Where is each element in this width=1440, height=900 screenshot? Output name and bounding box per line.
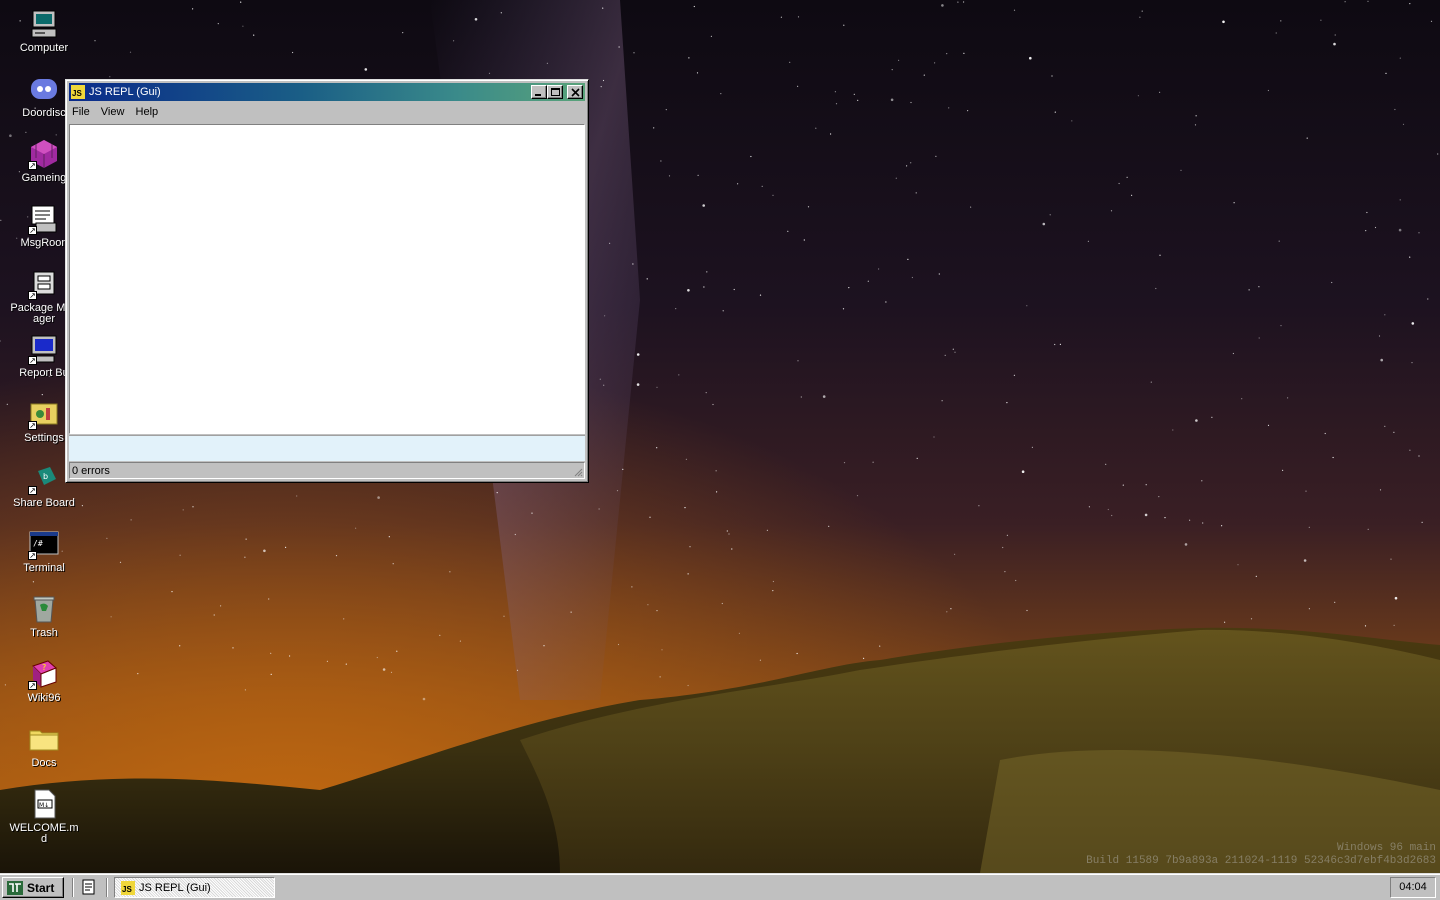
menu-help[interactable]: Help <box>133 103 164 118</box>
desktop-icon-welcome-md[interactable]: M↓ WELCOME.md <box>4 782 84 845</box>
minimize-button[interactable] <box>531 85 547 99</box>
shortcut-arrow-icon: ↗ <box>28 421 37 430</box>
code-editor[interactable] <box>69 124 585 434</box>
task-button-js-repl[interactable]: JS JS REPL (Gui) <box>114 877 275 898</box>
menu-view[interactable]: View <box>98 103 130 118</box>
desktop-icon-label: Terminal <box>23 562 65 574</box>
menu-file[interactable]: File <box>69 103 95 118</box>
window-title-bar[interactable]: JS JS REPL (Gui) <box>69 83 585 101</box>
taskbar-separator <box>72 878 74 897</box>
console-input[interactable] <box>69 435 585 461</box>
share-board-icon: b ↗ <box>28 463 60 495</box>
quick-launch-notes[interactable] <box>80 878 98 896</box>
desktop-icon-label: Docs <box>31 757 57 769</box>
desktop-icon-wiki96[interactable]: ? ↗ Wiki96 <box>4 652 84 714</box>
trash-icon <box>28 593 60 625</box>
terminal-icon: /# ↗ <box>28 528 60 560</box>
shortcut-arrow-icon: ↗ <box>28 486 37 495</box>
message-room-icon: ↗ <box>28 203 60 235</box>
svg-text:?: ? <box>42 663 46 672</box>
desktop-icon-label: Share Board <box>13 497 75 509</box>
markdown-file-icon: M↓ <box>28 788 60 820</box>
start-button[interactable]: Start <box>2 877 64 898</box>
svg-text:M↓: M↓ <box>39 802 49 809</box>
discord-icon <box>28 73 60 105</box>
task-label: JS REPL (Gui) <box>139 882 211 894</box>
notepad-icon <box>82 879 95 895</box>
package-manager-icon: ↗ <box>28 268 60 300</box>
desktop-icon-trash[interactable]: Trash <box>4 587 84 649</box>
wiki-book-icon: ? ↗ <box>28 658 60 690</box>
desktop-icon-label: Trash <box>30 627 58 639</box>
build-line-os: Windows 96 main <box>1336 842 1436 854</box>
close-button[interactable] <box>567 85 583 99</box>
game-cube-icon: ↗ <box>28 138 60 170</box>
window-title: JS REPL (Gui) <box>89 86 161 98</box>
build-watermark: Windows 96 main Build 11589 7b9a893a 211… <box>1086 842 1436 868</box>
desktop-icon-label: Wiki96 <box>27 692 61 704</box>
shortcut-arrow-icon: ↗ <box>28 551 37 560</box>
desktop-icon-label: Computer <box>19 42 69 54</box>
taskbar-separator <box>106 878 108 897</box>
js-app-icon: JS <box>71 85 85 99</box>
maximize-button[interactable] <box>547 85 563 99</box>
error-count: 0 errors <box>72 465 110 477</box>
js-app-icon: JS <box>121 881 135 895</box>
taskbar-clock[interactable]: 04:04 <box>1390 877 1436 898</box>
folder-icon <box>28 723 60 755</box>
shortcut-arrow-icon: ↗ <box>28 161 37 170</box>
js-repl-window[interactable]: JS JS REPL (Gui) File View Help 0 errors <box>65 79 589 483</box>
desktop-icon-computer[interactable]: Computer <box>4 2 84 64</box>
report-bug-icon: ↗ <box>28 333 60 365</box>
computer-icon <box>28 8 60 40</box>
maximize-icon <box>551 88 560 96</box>
status-bar: 0 errors <box>69 462 585 479</box>
svg-text:b: b <box>43 472 48 481</box>
desktop-icon-label: WELCOME.md <box>9 822 79 845</box>
build-line-version: Build 11589 7b9a893a 211024-1119 52346c3… <box>1086 855 1436 867</box>
close-icon <box>571 88 580 97</box>
desktop-icon-docs[interactable]: Docs <box>4 717 84 779</box>
menu-bar: File View Help <box>69 103 585 123</box>
shortcut-arrow-icon: ↗ <box>28 291 37 300</box>
minimize-icon <box>535 94 541 96</box>
taskbar: Start JS JS REPL (Gui) 04:04 <box>0 873 1440 900</box>
desktop-icon-terminal[interactable]: /# ↗ Terminal <box>4 522 84 584</box>
shortcut-arrow-icon: ↗ <box>28 226 37 235</box>
start-label: Start <box>27 881 55 895</box>
resize-grip-icon[interactable] <box>573 467 583 477</box>
settings-icon: ↗ <box>28 398 60 430</box>
svg-text:/#: /# <box>33 539 43 548</box>
shortcut-arrow-icon: ↗ <box>28 681 37 690</box>
shortcut-arrow-icon: ↗ <box>28 356 37 365</box>
start-logo-icon <box>7 881 23 895</box>
